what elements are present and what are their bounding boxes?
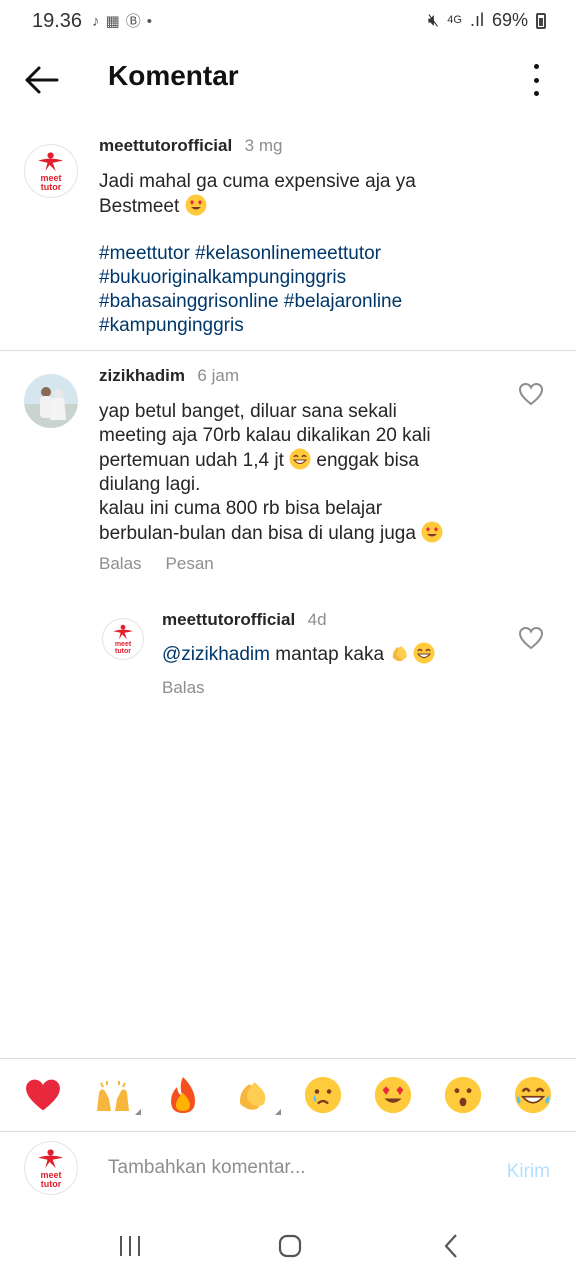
battery-icon [536,12,546,29]
caption-text: Jadi mahal ga cuma expensive aja ya Best… [99,171,416,217]
logo-text-bottom: tutor [40,181,62,192]
comment-text-part: kalau ini cuma 800 rb bisa belajar berbu… [99,498,416,544]
network-type: 4G [447,14,462,26]
clapping-hands-emoji-button[interactable] [231,1073,281,1117]
emoji-reaction-bar [0,1058,576,1132]
back-arrow-icon[interactable] [24,62,60,98]
comment: zizikhadim 6 jam yap betul banget, dilua… [0,360,576,590]
reply-time: 4d [307,610,327,629]
avatar: meet tutor [24,1141,78,1195]
home-icon[interactable] [274,1230,306,1262]
send-button[interactable]: Kirim [507,1161,550,1183]
b-icon: Ⓑ [125,13,141,30]
comment-input-bar: meet tutor Kirim [0,1133,576,1209]
heart-eyes-emoji-icon [421,521,443,543]
comment-actions: Balas Pesan [99,554,214,574]
comment-time: 6 jam [197,366,239,385]
like-heart-icon[interactable] [518,626,544,650]
logo-text-bottom: tutor [40,1178,62,1189]
hashtag-link[interactable]: #bukuoriginalkampunginggris [99,267,346,288]
recent-apps-icon[interactable] [114,1230,146,1262]
status-right: 🔇︎ 4G .ıl 69% [428,10,546,31]
crying-face-emoji-button[interactable] [301,1073,345,1117]
heart-eyes-face-icon [374,1076,412,1114]
variant-indicator [135,1109,141,1115]
like-heart-icon[interactable] [518,382,544,406]
tiktok-icon: ♪ [92,13,100,30]
heart-eyes-emoji-icon [185,194,207,216]
raising-hands-emoji-button[interactable] [91,1073,141,1117]
caption: meet tutor meettutorofficial 3 mg Jadi m… [0,130,576,350]
heart-emoji-button[interactable] [21,1073,65,1117]
reply-actions: Balas [162,678,205,698]
hashtag-link[interactable]: #kampunginggris [99,315,244,336]
caption-username[interactable]: meettutorofficial [99,136,232,155]
reply-button[interactable]: Balas [162,678,205,698]
meettutor-logo-icon [38,1149,64,1169]
hashtag-link[interactable]: #meettutor [99,243,190,264]
caption-hashtags: #meettutor #kelasonlinemeettutor #bukuor… [99,242,539,338]
meettutor-logo-icon [113,624,133,640]
grinning-emoji-icon [289,448,311,470]
heart-icon [26,1079,60,1111]
variant-indicator [275,1109,281,1115]
heart-eyes-emoji-button[interactable] [371,1073,415,1117]
system-nav-bar [0,1210,576,1280]
fire-emoji-button[interactable] [161,1073,205,1117]
clapping-hands-emoji-icon [393,646,408,662]
logo-text-top: meet [114,641,132,648]
reply-comment: meet tutor meettutorofficial 4d @zizikha… [0,604,576,714]
surprised-face-emoji-button[interactable] [441,1073,485,1117]
message-button[interactable]: Pesan [166,554,214,574]
store-icon: ▦ [105,13,120,30]
signal-icon: .ıl [469,10,484,30]
comment-username[interactable]: zizikhadim [99,366,185,385]
caption-time: 3 mg [244,136,283,155]
avatar[interactable]: meet tutor [24,144,78,198]
crying-face-icon [304,1076,342,1114]
battery-percent: 69% [491,10,528,30]
header: Komentar [0,44,576,116]
status-time: 19.36 [32,10,83,32]
meettutor-logo-icon [38,152,64,172]
surprised-face-icon [444,1076,482,1114]
reply-body: mantap kaka [275,644,385,665]
status-bar: 19.36 ♪ ▦ Ⓑ • 🔇︎ 4G .ıl 69% [0,0,576,44]
clapping-hands-icon [240,1082,266,1110]
notification-icons: ♪ ▦ Ⓑ • [92,12,152,32]
reply-username[interactable]: meettutorofficial [162,610,295,629]
back-icon[interactable] [436,1230,468,1262]
reply-text: @zizikhadim mantap kaka [162,642,502,667]
beaming-emoji-icon [413,642,435,664]
hashtag-link[interactable]: #belajaronline [284,291,402,312]
avatar[interactable]: meet tutor [102,618,144,660]
laughing-tears-face-icon [514,1076,552,1114]
more-options-icon[interactable] [530,64,542,96]
comment-text: yap betul banget, diluar sana sekali mee… [99,400,459,546]
laughing-tears-emoji-button[interactable] [511,1073,555,1117]
comment-input[interactable] [108,1157,468,1179]
mention-link[interactable]: @zizikhadim [162,644,270,665]
hashtag-link[interactable]: #bahasainggrisonline [99,291,279,312]
hashtag-link[interactable]: #kelasonlinemeettutor [195,243,381,264]
divider [0,350,576,351]
page-title: Komentar [108,60,239,91]
avatar[interactable] [24,374,78,428]
raising-hands-icon [97,1081,129,1111]
reply-button[interactable]: Balas [99,554,142,574]
fire-icon [171,1077,195,1113]
logo-text-bottom: tutor [115,648,131,655]
dot-icon: • [146,13,152,30]
mute-icon: 🔇︎ [427,10,440,30]
caption-text-block: Jadi mahal ga cuma expensive aja ya Best… [99,170,459,219]
